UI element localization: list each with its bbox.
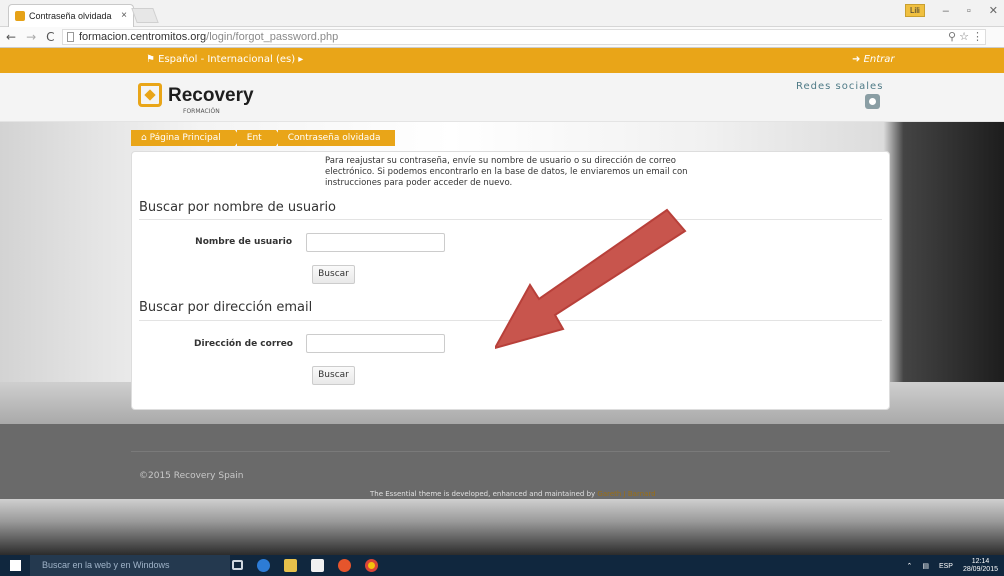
url-field[interactable]: formacion.centromitos.org/login/forgot_p… xyxy=(62,29,986,45)
copyright-text: ©2015 Recovery Spain xyxy=(139,471,244,481)
firefox-icon[interactable] xyxy=(338,559,351,572)
reload-icon[interactable]: C xyxy=(46,30,54,44)
url-path: /login/forgot_password.php xyxy=(206,31,339,43)
social-network-icon[interactable] xyxy=(865,94,880,109)
restore-icon[interactable]: ▫ xyxy=(967,5,971,17)
search-email-button[interactable]: Buscar xyxy=(312,366,355,385)
browser-tabstrip: Contraseña olvidada × Lili – ▫ ✕ xyxy=(0,0,1004,27)
breadcrumb: ⌂ Página Principal Ent Contraseña olvida… xyxy=(131,130,397,146)
tab-title: Contraseña olvidada xyxy=(29,11,112,21)
login-icon: ➜ xyxy=(852,54,861,65)
caret-right-icon: ▸ xyxy=(298,54,304,65)
clock-time: 12:14 xyxy=(971,558,990,565)
windows-start-icon[interactable] xyxy=(10,560,21,571)
breadcrumb-home[interactable]: ⌂ Página Principal xyxy=(131,130,241,146)
tab-close-icon[interactable]: × xyxy=(121,5,127,27)
file-explorer-icon[interactable] xyxy=(284,559,297,572)
store-icon[interactable] xyxy=(311,559,324,572)
new-tab-button[interactable] xyxy=(131,8,159,23)
taskbar-search[interactable]: Buscar en la web y en Windows xyxy=(30,555,230,576)
site-footer: ©2015 Recovery Spain The Essential theme… xyxy=(0,424,1004,499)
windows-taskbar: Buscar en la web y en Windows ⌃ ▤ ESP 12… xyxy=(0,555,1004,576)
edge-browser-icon[interactable] xyxy=(257,559,270,572)
breadcrumb-home-label: Página Principal xyxy=(149,133,221,143)
logo-house-icon xyxy=(138,83,162,107)
forward-icon[interactable]: → xyxy=(26,30,36,44)
breadcrumb-current-label: Contraseña olvidada xyxy=(287,133,381,143)
minimize-icon[interactable]: – xyxy=(943,5,949,17)
theme-credits: The Essential theme is developed, enhanc… xyxy=(370,490,656,498)
language-label: Español - Internacional (es) xyxy=(158,54,296,65)
breadcrumb-current: Contraseña olvidada xyxy=(277,130,395,146)
address-bar: ← → C formacion.centromitos.org/login/fo… xyxy=(0,27,1004,48)
search-username-button[interactable]: Buscar xyxy=(312,265,355,284)
system-tray: ⌃ ▤ ESP 12:14 28/09/2015 xyxy=(906,558,998,574)
section-title-email: Buscar por dirección email xyxy=(139,300,313,315)
site-logo[interactable]: Recovery FORMACIÓN xyxy=(138,83,258,117)
profile-badge[interactable]: Lili xyxy=(904,4,925,17)
translate-icon[interactable]: ⚲ xyxy=(948,31,956,43)
home-icon: ⌂ xyxy=(141,133,147,143)
credits-text: The Essential theme is developed, enhanc… xyxy=(370,490,596,498)
email-input[interactable] xyxy=(306,334,445,353)
site-topbar: ⚑ Español - Internacional (es) ▸ ➜ Entra… xyxy=(0,48,1004,73)
screen: Contraseña olvidada × Lili – ▫ ✕ ← → C f… xyxy=(0,0,1004,576)
tray-expand-icon[interactable]: ⌃ xyxy=(906,562,912,570)
credits-author-link[interactable]: Gareth J Barnard xyxy=(597,490,655,498)
flag-icon: ⚑ xyxy=(146,54,155,65)
breadcrumb-login[interactable]: Ent xyxy=(236,130,282,146)
page-icon xyxy=(67,32,74,42)
breadcrumb-login-label: Ent xyxy=(246,133,262,143)
url-host: formacion.centromitos.org xyxy=(79,31,207,43)
login-link[interactable]: ➜ Entrar xyxy=(852,54,895,65)
site-header: Recovery FORMACIÓN Redes sociales xyxy=(0,73,1004,122)
username-label: Nombre de usuario xyxy=(195,237,292,247)
back-icon[interactable]: ← xyxy=(6,30,16,44)
close-window-icon[interactable]: ✕ xyxy=(989,4,998,17)
notifications-icon[interactable]: ▤ xyxy=(922,562,929,570)
keyboard-language[interactable]: ESP xyxy=(939,563,953,570)
site-favicon-icon xyxy=(15,11,25,21)
background-bottom xyxy=(0,499,1004,555)
section-title-username: Buscar por nombre de usuario xyxy=(139,200,337,215)
email-label: Dirección de correo xyxy=(194,339,293,349)
window-controls: Lili – ▫ ✕ xyxy=(904,4,998,17)
language-selector[interactable]: ⚑ Español - Internacional (es) ▸ xyxy=(146,54,303,65)
clock[interactable]: 12:14 28/09/2015 xyxy=(963,558,998,574)
footer-divider xyxy=(131,451,890,452)
menu-icon[interactable]: ⋮ xyxy=(972,31,983,43)
task-view-icon[interactable] xyxy=(232,560,243,570)
username-input[interactable] xyxy=(306,233,445,252)
chrome-icon[interactable] xyxy=(365,559,378,572)
social-label: Redes sociales xyxy=(796,81,884,92)
clock-date: 28/09/2015 xyxy=(962,566,998,573)
bookmark-star-icon[interactable]: ☆ xyxy=(959,31,969,43)
login-label: Entrar xyxy=(863,54,895,65)
browser-tab[interactable]: Contraseña olvidada × xyxy=(8,4,134,27)
intro-text: Para reajustar su contraseña, envíe su n… xyxy=(325,156,688,188)
annotation-arrow-icon xyxy=(495,208,687,350)
logo-name: Recovery xyxy=(168,85,254,106)
logo-subtitle: FORMACIÓN xyxy=(183,108,220,115)
